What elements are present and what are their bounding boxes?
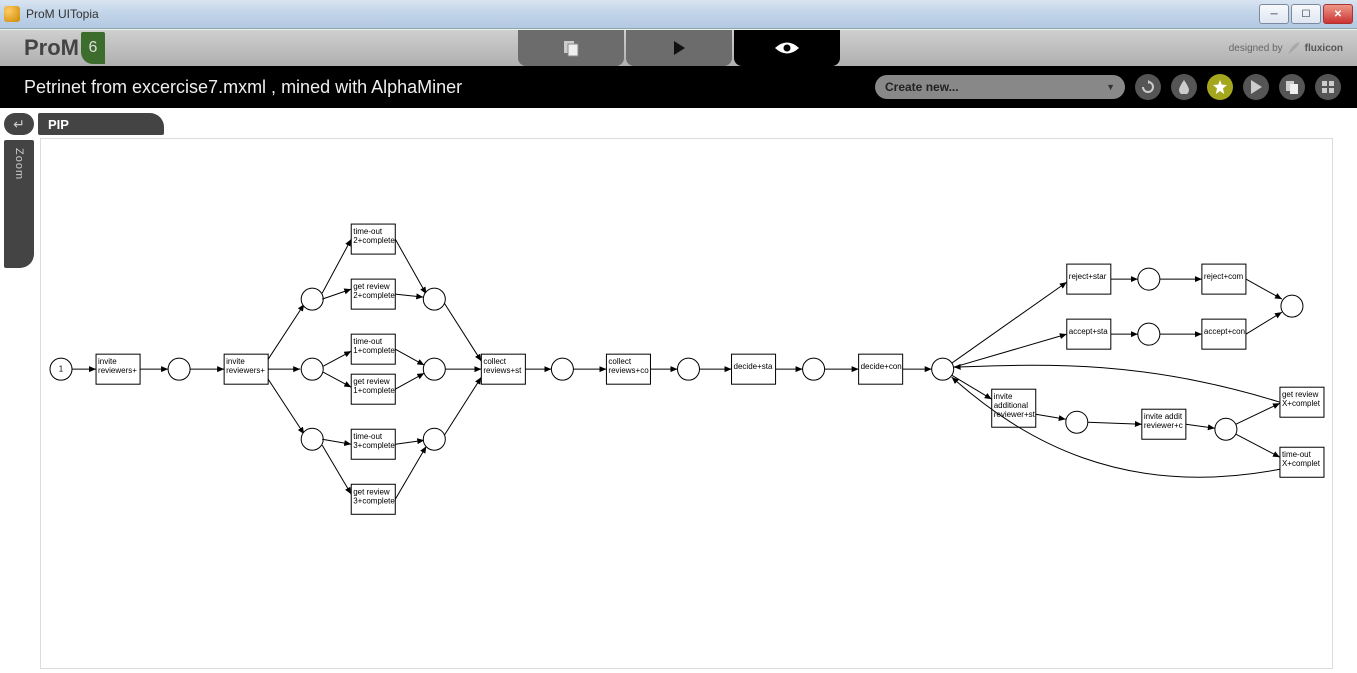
svg-text:reject+com: reject+com xyxy=(1204,272,1244,281)
create-new-dropdown[interactable]: Create new... ▼ xyxy=(875,75,1125,99)
star-icon xyxy=(1213,80,1227,94)
minimize-button[interactable]: ─ xyxy=(1259,4,1289,24)
copy-button[interactable] xyxy=(1279,74,1305,100)
titlebar: ProM UITopia ─ ☐ ✕ xyxy=(0,0,1357,29)
tab-view[interactable] xyxy=(734,30,840,66)
svg-text:get review1+complete: get review1+complete xyxy=(353,377,395,395)
close-button[interactable]: ✕ xyxy=(1323,4,1353,24)
play-button[interactable] xyxy=(1243,74,1269,100)
svg-text:reject+star: reject+star xyxy=(1069,272,1107,281)
black-bar: Petrinet from excercise7.mxml , mined wi… xyxy=(0,66,1357,108)
svg-text:invite additreviewer+c: invite additreviewer+c xyxy=(1144,412,1183,430)
grid-button[interactable] xyxy=(1315,74,1341,100)
svg-text:get reviewX+complet: get reviewX+complet xyxy=(1282,390,1321,408)
byline: designed by fluxicon xyxy=(1229,41,1343,55)
window-controls: ─ ☐ ✕ xyxy=(1259,4,1353,24)
svg-text:decide+con: decide+con xyxy=(861,362,902,371)
back-button[interactable]: ↵ xyxy=(4,113,34,135)
star-button[interactable] xyxy=(1207,74,1233,100)
maximize-button[interactable]: ☐ xyxy=(1291,4,1321,24)
tab-run[interactable] xyxy=(626,30,732,66)
eye-icon xyxy=(774,40,800,56)
grid-icon xyxy=(1321,80,1335,94)
petri-net-diagram: 1 invitereviewers+ invitereviewers+ time… xyxy=(41,139,1332,669)
play-icon xyxy=(670,39,688,57)
drop-button[interactable] xyxy=(1171,74,1197,100)
play-icon xyxy=(1250,80,1262,94)
header-zone: ProM 6 designed by fluxicon xyxy=(0,29,1357,66)
svg-text:decide+sta: decide+sta xyxy=(734,362,773,371)
zoom-panel[interactable]: Zoom xyxy=(4,140,34,268)
pip-tab[interactable]: PIP xyxy=(38,113,164,135)
fluxicon-icon xyxy=(1287,41,1301,55)
nav-tabs xyxy=(517,30,841,66)
window-title: ProM UITopia xyxy=(26,7,99,21)
app-icon xyxy=(4,6,20,22)
chevron-down-icon: ▼ xyxy=(1106,82,1115,92)
copy-icon xyxy=(1285,80,1299,94)
svg-text:accept+sta: accept+sta xyxy=(1069,327,1108,336)
refresh-button[interactable] xyxy=(1135,74,1161,100)
refresh-icon xyxy=(1141,80,1155,94)
tabs-icon xyxy=(561,38,581,58)
page-title: Petrinet from excercise7.mxml , mined wi… xyxy=(24,77,462,98)
tab-workspace[interactable] xyxy=(518,30,624,66)
drop-icon xyxy=(1178,80,1190,94)
logo-badge: 6 xyxy=(81,32,105,64)
svg-text:accept+con: accept+con xyxy=(1204,327,1245,336)
logo: ProM 6 xyxy=(24,30,105,66)
canvas-area: ↵ PIP Zoom 1 invitereviewers+ inviterevi… xyxy=(0,108,1357,673)
petri-viewport[interactable]: 1 invitereviewers+ invitereviewers+ time… xyxy=(40,138,1333,669)
svg-text:get review2+complete: get review2+complete xyxy=(353,282,395,300)
svg-text:get review3+complete: get review3+complete xyxy=(353,487,395,505)
svg-text:1: 1 xyxy=(59,365,64,374)
